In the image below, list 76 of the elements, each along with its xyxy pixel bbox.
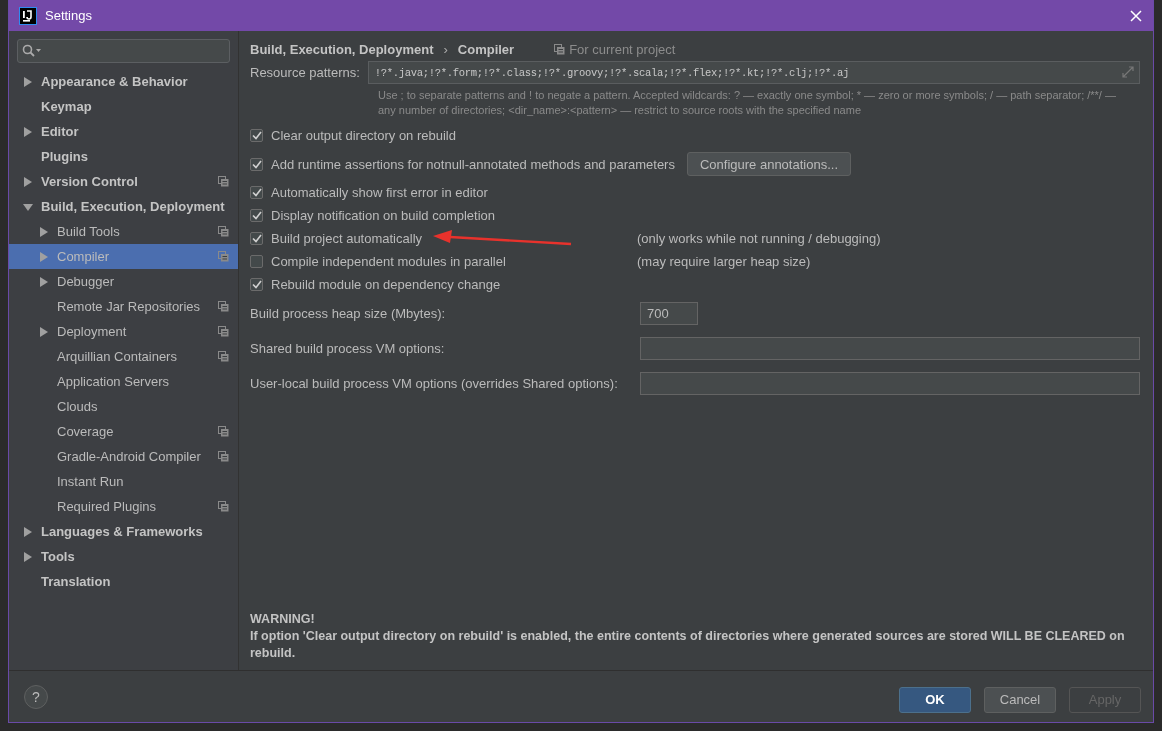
sidebar-item[interactable]: Editor [9, 119, 238, 144]
checkbox[interactable] [250, 209, 263, 222]
field-label: Shared build process VM options: [250, 341, 446, 356]
app-logo-icon [19, 6, 37, 25]
sidebar-item[interactable]: Remote Jar Repositories [9, 294, 238, 319]
breadcrumb-separator: › [443, 41, 448, 57]
option-note: (only works while not running / debugging) [637, 231, 881, 246]
sidebar-item[interactable]: Coverage [9, 419, 238, 444]
dialog-button[interactable]: Cancel [984, 686, 1056, 713]
checkbox[interactable] [250, 157, 263, 171]
checkbox[interactable] [250, 129, 263, 142]
close-icon[interactable] [1129, 8, 1143, 23]
sidebar-item[interactable]: Debugger [9, 269, 238, 294]
text-field[interactable] [640, 337, 1140, 360]
checkbox[interactable] [250, 232, 263, 245]
collapse-arrow-icon[interactable] [23, 201, 33, 212]
sidebar-item[interactable]: Languages & Frameworks [9, 519, 238, 544]
expand-arrow-icon[interactable] [23, 76, 33, 87]
checkbox-label[interactable]: Clear output directory on rebuild [271, 128, 456, 143]
checkbox-label[interactable]: Automatically show first error in editor [271, 185, 488, 200]
search-field[interactable] [17, 39, 230, 63]
checkbox[interactable] [250, 278, 263, 291]
sidebar-item[interactable]: Build Tools [9, 219, 238, 244]
checkmark-icon [251, 280, 262, 289]
sidebar-item[interactable]: Application Servers [9, 369, 238, 394]
checkbox-label[interactable]: Rebuild module on dependency change [271, 277, 501, 292]
checkbox-label[interactable]: Add runtime assertions for notnull-annotated methods and parameters [271, 156, 675, 172]
breadcrumb-item: Compiler [457, 41, 515, 57]
expand-arrow-icon[interactable] [39, 326, 49, 337]
expand-arrow-icon[interactable] [39, 226, 49, 237]
configure-annotations-button[interactable]: Configure annotations... [686, 152, 851, 176]
expand-arrow-icon[interactable] [23, 551, 33, 562]
checkbox[interactable] [250, 186, 263, 199]
dialog-button[interactable]: OK [899, 686, 971, 713]
expand-arrow-icon[interactable] [23, 526, 33, 537]
sidebar-item[interactable]: Gradle-Android Compiler [9, 444, 238, 469]
field-label: Resource patterns: [250, 65, 360, 80]
checkbox-label[interactable]: Build project automatically [271, 231, 423, 246]
warning-text: If option 'Clear output directory on rebuild' is enabled, the entire contents of directories where generated sources are stored WILL BE CLEARED on rebuild. [250, 628, 1126, 662]
search-icon [22, 44, 42, 58]
breadcrumb-item: Build, Execution, Deployment [250, 41, 434, 57]
checkmark-icon [251, 159, 262, 169]
sidebar-item[interactable]: Tools [9, 544, 238, 569]
sidebar-item[interactable]: Deployment [9, 319, 238, 344]
checkbox-label[interactable]: Display notification on build completion [271, 208, 495, 223]
field-label: User-local build process VM options (overrides Shared options): [250, 376, 619, 391]
checkbox-label[interactable]: Compile independent modules in parallel [271, 254, 506, 269]
sidebar-item[interactable]: Version Control [9, 169, 238, 194]
text-field[interactable] [640, 372, 1140, 395]
scope-label: For current project [569, 41, 676, 57]
field-label: Build process heap size (Mbytes): [250, 306, 447, 321]
sidebar-item[interactable]: Keymap [9, 94, 238, 119]
project-scope-icon [554, 43, 566, 55]
resource-patterns-field[interactable]: !?*.java;!?*.form;!?*.class;!?*.groovy;!?*.scala;!?*.flex;!?*.kt;!?*.clj;!?*.aj [367, 61, 1140, 84]
sidebar-item[interactable]: Clouds [9, 394, 238, 419]
hint-text: Use ; to separate patterns and ! to negate a pattern. Accepted wildcards: ? — exactly one symbol; * — zero or more symbols; / — path separator; /**/ — any number of directories; <dir_name>:<pattern> — restrict to source roots with the specified name [378, 88, 1117, 118]
option-note: (may require larger heap size) [637, 254, 811, 269]
sidebar-item[interactable]: Plugins [9, 144, 238, 169]
checkmark-icon [251, 188, 262, 197]
expand-arrow-icon[interactable] [23, 176, 33, 187]
sidebar-item[interactable]: Required Plugins [9, 494, 238, 519]
sidebar-item[interactable]: Arquillian Containers [9, 344, 238, 369]
checkmark-icon [251, 131, 262, 140]
text-field[interactable]: 700 [640, 302, 698, 325]
window-title: Settings [45, 8, 92, 23]
checkbox[interactable] [250, 255, 263, 268]
sidebar-item[interactable]: Translation [9, 569, 238, 594]
help-button[interactable]: ? [24, 684, 48, 709]
sidebar-item[interactable]: Appearance & Behavior [9, 69, 238, 94]
checkmark-icon [251, 234, 262, 243]
checkmark-icon [251, 211, 262, 220]
expand-arrow-icon[interactable] [23, 126, 33, 137]
sidebar-item[interactable]: Instant Run [9, 469, 238, 494]
warning-title: WARNING! [250, 611, 316, 628]
expand-arrow-icon[interactable] [39, 276, 49, 287]
sidebar-item[interactable]: Build, Execution, Deployment [9, 194, 238, 219]
